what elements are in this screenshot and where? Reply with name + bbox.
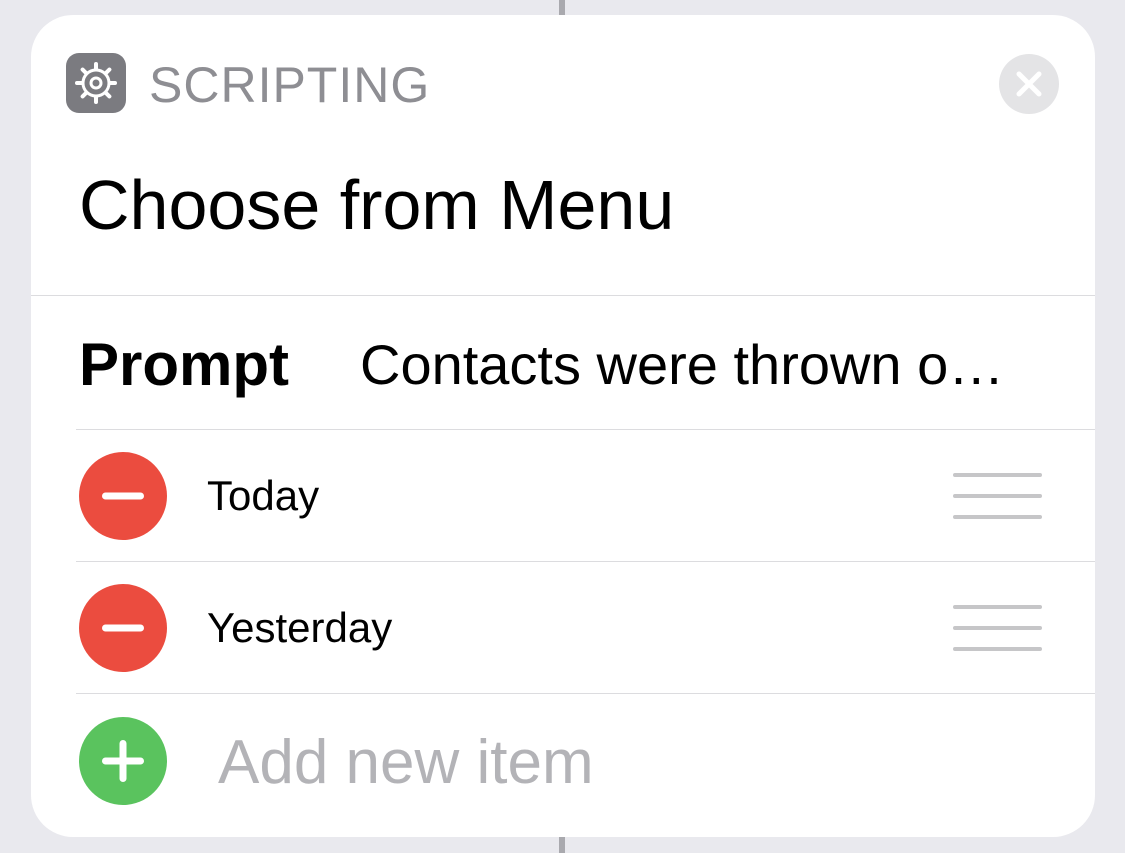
drag-handle-icon[interactable] — [953, 605, 1042, 651]
minus-circle-icon — [102, 624, 144, 632]
gear-icon — [66, 53, 126, 113]
remove-item-button[interactable] — [79, 584, 167, 672]
menu-item: Yesterday — [76, 562, 1095, 693]
action-card[interactable]: SCRIPTING Choose from Menu Prompt Contac… — [31, 15, 1095, 837]
action-category-label: SCRIPTING — [149, 57, 431, 113]
prompt-label: Prompt — [79, 331, 289, 398]
flow-connector-top — [559, 0, 565, 16]
header-divider — [31, 295, 1095, 296]
menu-item: Today — [76, 430, 1095, 561]
minus-circle-icon — [102, 492, 144, 500]
add-item-row: Add new item — [76, 694, 1095, 837]
flow-connector-bottom — [559, 836, 565, 853]
add-item-field[interactable]: Add new item — [218, 728, 594, 798]
close-icon — [1016, 71, 1042, 97]
menu-item-label[interactable]: Today — [207, 468, 319, 524]
plus-circle-icon — [102, 740, 144, 782]
remove-item-button[interactable] — [79, 452, 167, 540]
add-item-button[interactable] — [79, 717, 167, 805]
close-button[interactable] — [999, 54, 1059, 114]
menu-item-label[interactable]: Yesterday — [207, 600, 392, 656]
prompt-field[interactable]: Contacts were thrown o… — [360, 330, 1004, 400]
action-title: Choose from Menu — [79, 166, 675, 244]
drag-handle-icon[interactable] — [953, 473, 1042, 519]
